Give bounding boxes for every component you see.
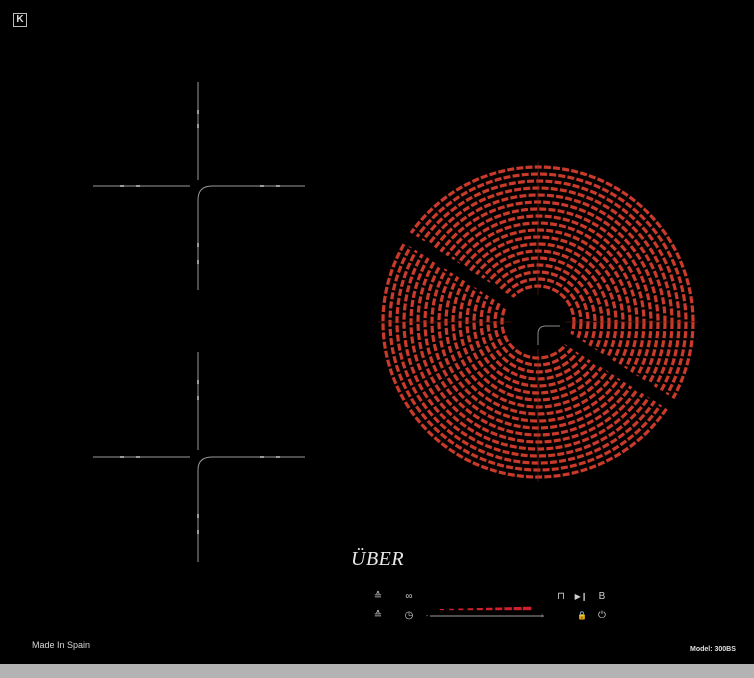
zone-select-left-icon[interactable]: ≙ <box>371 591 385 603</box>
origin-text: Made In Spain <box>32 640 91 650</box>
slider-level-bar <box>476 608 483 611</box>
slider-level-bar <box>504 607 512 611</box>
timer-icon[interactable]: ◷ <box>402 610 416 622</box>
zone-bridge-icon[interactable]: ∞ <box>402 591 416 603</box>
pot-icon[interactable]: ⊓ <box>554 591 568 603</box>
slider-level-bar <box>449 608 454 611</box>
slider-level-bar <box>467 608 474 611</box>
slider-level-bar <box>495 607 503 611</box>
pause-icon[interactable]: ▶❙ <box>574 591 588 603</box>
slider-max-label: + <box>540 613 544 620</box>
zone-select-right-icon[interactable]: ≙ <box>371 610 385 622</box>
power-slider-level <box>440 606 532 611</box>
power-slider[interactable]: - + <box>426 606 544 620</box>
slider-level-bar <box>458 608 464 611</box>
slider-min-label: - <box>426 613 429 620</box>
slider-level-bar <box>486 607 493 611</box>
slider-level-bar <box>440 609 444 611</box>
model-number: Model: 300BS <box>690 646 736 653</box>
brand-logo: ÜBER <box>351 548 405 570</box>
slider-level-bar <box>522 606 532 611</box>
zone-marker-bottom-left <box>93 352 305 562</box>
bottom-strip <box>0 664 754 678</box>
boost-button[interactable]: B <box>595 591 609 603</box>
lock-icon[interactable]: 🔒 <box>575 610 589 622</box>
power-icon[interactable]: ⏻ <box>595 610 609 622</box>
slider-level-bar <box>513 607 522 611</box>
zone-marker-top-left <box>93 82 305 290</box>
